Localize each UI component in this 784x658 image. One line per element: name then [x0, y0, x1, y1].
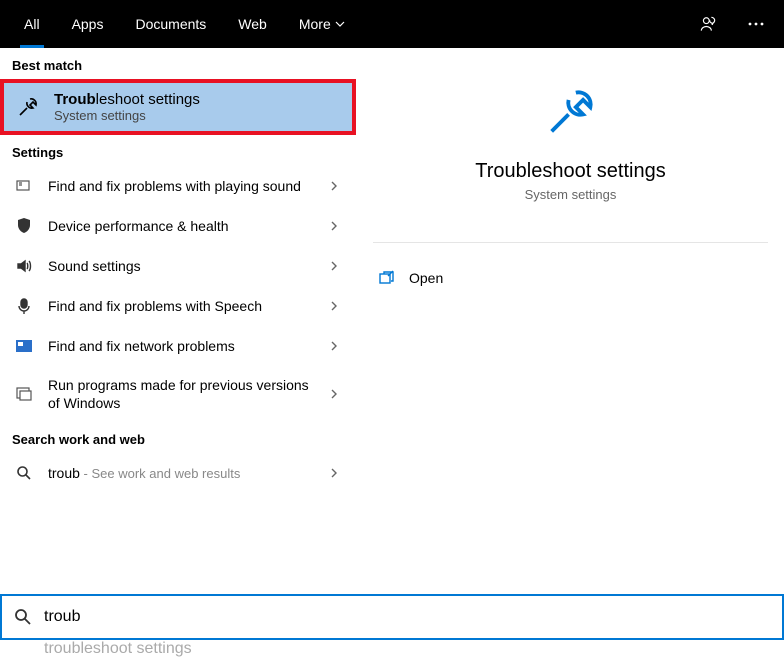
best-match-item[interactable]: Troubleshoot settings System settings	[0, 79, 356, 135]
wrench-icon	[539, 80, 603, 144]
speaker-icon	[14, 256, 34, 276]
section-best-match: Best match	[0, 48, 356, 79]
feedback-icon[interactable]	[688, 4, 728, 44]
settings-item-compatibility[interactable]: Run programs made for previous versions …	[0, 366, 356, 422]
open-action[interactable]: Open	[373, 259, 768, 297]
tab-web[interactable]: Web	[222, 0, 283, 48]
chevron-right-icon	[324, 341, 344, 351]
chevron-down-icon	[335, 19, 345, 29]
settings-item-device-health[interactable]: Device performance & health	[0, 206, 356, 246]
top-tab-bar: All Apps Documents Web More	[0, 0, 784, 48]
preview-panel: Troubleshoot settings System settings Op…	[356, 48, 784, 594]
search-autocomplete-ghost: troubleshoot settings	[44, 640, 192, 658]
settings-item-sound-troubleshoot[interactable]: Find and fix problems with playing sound	[0, 166, 356, 206]
wrench-icon	[16, 95, 40, 119]
compatibility-icon	[14, 384, 34, 404]
best-match-title: Troubleshoot settings	[54, 91, 200, 108]
section-settings: Settings	[0, 135, 356, 166]
section-search-web: Search work and web	[0, 422, 356, 453]
open-label: Open	[409, 270, 443, 286]
tab-apps[interactable]: Apps	[56, 0, 120, 48]
search-input[interactable]	[44, 608, 770, 626]
best-match-subtitle: System settings	[54, 108, 200, 123]
search-icon	[14, 608, 32, 626]
web-search-item[interactable]: troub - See work and web results	[0, 453, 356, 493]
settings-item-sound[interactable]: Sound settings	[0, 246, 356, 286]
chevron-right-icon	[324, 468, 344, 478]
search-bar[interactable]	[0, 594, 784, 640]
settings-item-network[interactable]: Find and fix network problems	[0, 326, 356, 366]
tab-all[interactable]: All	[8, 0, 56, 48]
results-panel: Best match Troubleshoot settings System …	[0, 48, 356, 594]
chevron-right-icon	[324, 221, 344, 231]
more-options-icon[interactable]	[736, 4, 776, 44]
chevron-right-icon	[324, 181, 344, 191]
settings-item-speech[interactable]: Find and fix problems with Speech	[0, 286, 356, 326]
tab-more[interactable]: More	[283, 0, 361, 48]
microphone-icon	[14, 296, 34, 316]
chevron-right-icon	[324, 261, 344, 271]
shield-icon	[14, 216, 34, 236]
chevron-right-icon	[324, 389, 344, 399]
divider	[373, 242, 768, 243]
network-icon	[14, 336, 34, 356]
preview-title: Troubleshoot settings	[373, 160, 768, 183]
tab-documents[interactable]: Documents	[119, 0, 222, 48]
audio-troubleshoot-icon	[14, 176, 34, 196]
open-icon	[377, 269, 395, 287]
preview-subtitle: System settings	[373, 187, 768, 202]
search-icon	[14, 463, 34, 483]
chevron-right-icon	[324, 301, 344, 311]
